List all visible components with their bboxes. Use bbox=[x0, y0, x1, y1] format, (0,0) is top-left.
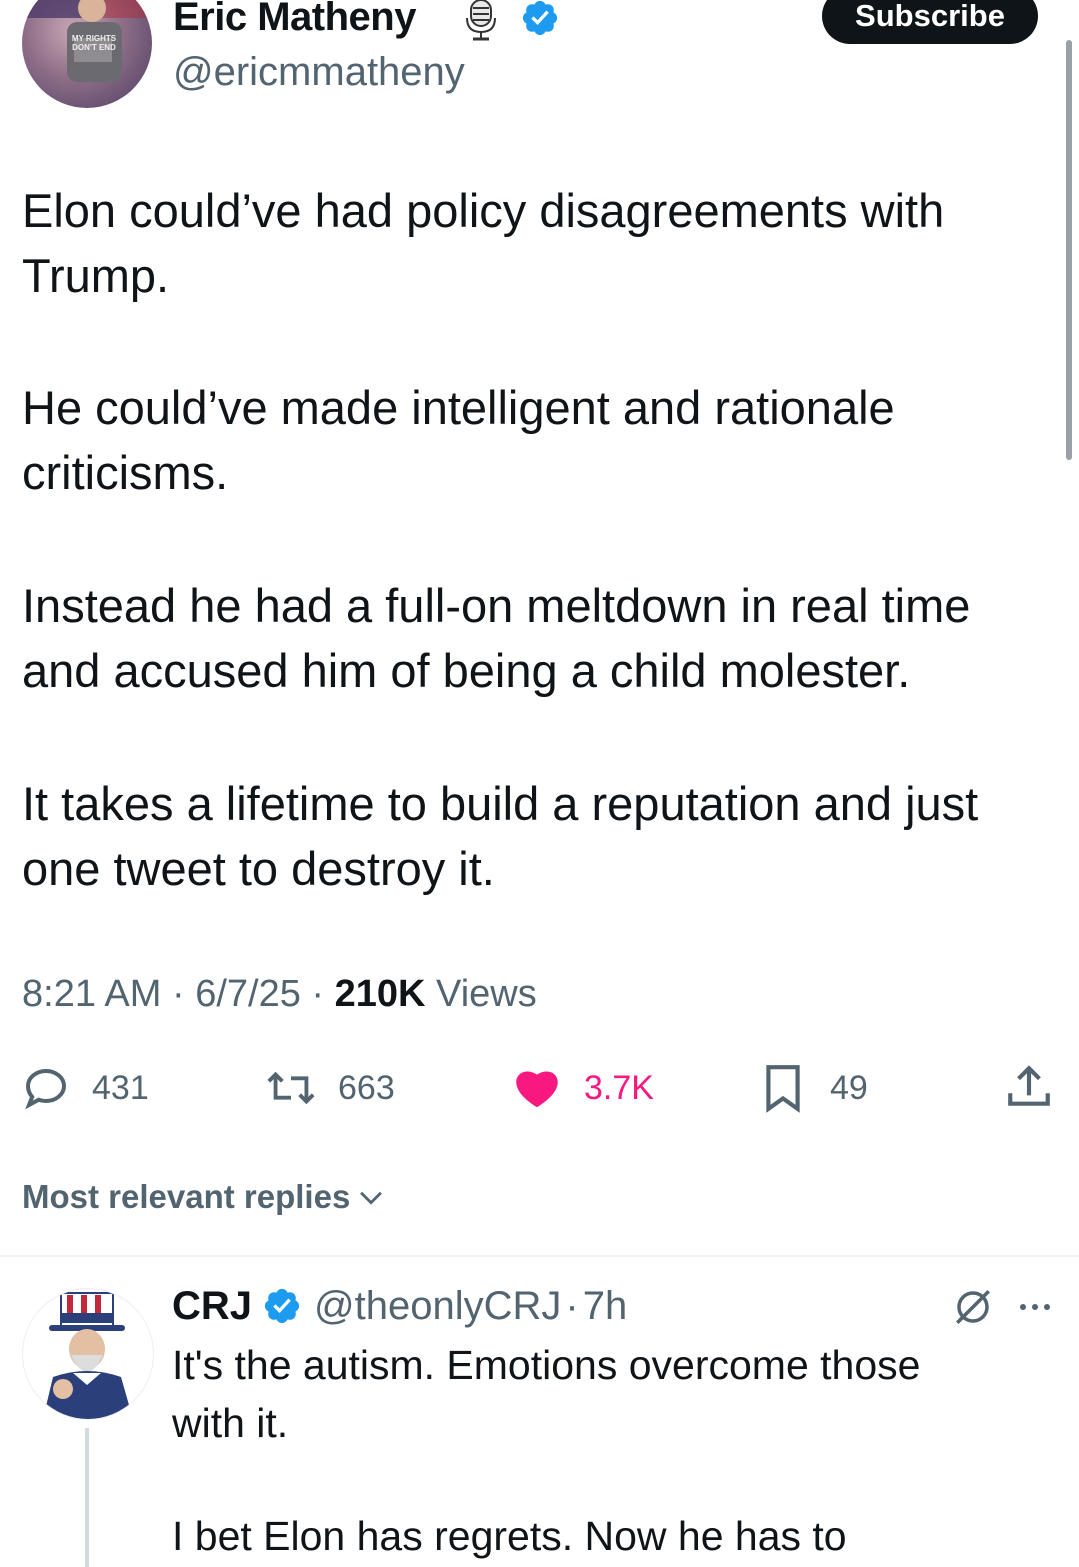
author-name[interactable]: Eric Matheny bbox=[173, 0, 416, 42]
reply-text-line-2: with it. bbox=[172, 1400, 289, 1446]
author-avatar[interactable]: MY RIGHTS DON'T END bbox=[22, 0, 152, 108]
reply-separator: · bbox=[565, 1283, 579, 1328]
bookmark-count: 49 bbox=[830, 1068, 868, 1107]
tweet-paragraph-1: Elon could’ve had policy disagreements w… bbox=[22, 184, 945, 302]
tweet-date[interactable]: 6/7/25 bbox=[195, 973, 301, 1015]
views-label: Views bbox=[436, 973, 537, 1015]
reply-text-line-1: It's the autism. Emotions overcome those bbox=[172, 1342, 921, 1388]
grok-icon[interactable] bbox=[952, 1286, 994, 1328]
action-bar: 431 663 3.7K 49 bbox=[0, 1060, 1079, 1116]
reply-icon bbox=[25, 1068, 67, 1110]
verified-badge-icon[interactable] bbox=[520, 0, 560, 38]
share-button[interactable] bbox=[1004, 1062, 1054, 1112]
reply-avatar[interactable] bbox=[22, 1288, 154, 1420]
reply-count: 431 bbox=[92, 1068, 149, 1107]
reply-button[interactable]: 431 bbox=[22, 1060, 149, 1116]
avatar-shirt-text: MY RIGHTS DON'T END bbox=[71, 34, 117, 52]
tweet-meta: 8:21 AM · 6/7/25 · 210K Views bbox=[22, 968, 537, 1020]
reply-header: CRJ @theonlyCRJ · 7h bbox=[172, 1280, 627, 1332]
repost-button[interactable]: 663 bbox=[264, 1060, 395, 1116]
bookmark-button[interactable]: 49 bbox=[760, 1060, 868, 1116]
uncle-sam-image bbox=[43, 1292, 133, 1419]
avatar-image bbox=[22, 0, 152, 82]
more-icon[interactable] bbox=[1015, 1292, 1055, 1322]
microphone-icon bbox=[462, 0, 500, 42]
like-button[interactable]: 3.7K bbox=[512, 1060, 654, 1116]
reply-author-name[interactable]: CRJ bbox=[172, 1284, 252, 1329]
replies-sort-label: Most relevant replies bbox=[22, 1178, 351, 1215]
tweet-paragraph-3: Instead he had a full-on meltdown in rea… bbox=[22, 579, 971, 697]
like-count: 3.7K bbox=[584, 1068, 654, 1107]
meta-separator: · bbox=[311, 973, 335, 1015]
chevron-down-icon bbox=[360, 1191, 383, 1205]
views-count: 210K bbox=[334, 973, 426, 1015]
tweet-time[interactable]: 8:21 AM bbox=[22, 973, 161, 1015]
reply-thread-line bbox=[85, 1428, 89, 1567]
repost-count: 663 bbox=[338, 1068, 395, 1107]
like-icon bbox=[516, 1071, 558, 1108]
subscribe-button[interactable]: Subscribe bbox=[822, 0, 1038, 44]
author-handle[interactable]: @ericmmatheny bbox=[173, 48, 465, 96]
reply-author-handle[interactable]: @theonlyCRJ bbox=[314, 1284, 561, 1329]
reply-text-line-3: I bet Elon has regrets. Now he has to bbox=[172, 1513, 847, 1559]
reply-time[interactable]: 7h bbox=[583, 1284, 628, 1329]
tweet-paragraph-2: He could’ve made intelligent and rationa… bbox=[22, 381, 895, 499]
scrollbar-thumb[interactable] bbox=[1066, 40, 1072, 460]
meta-separator: · bbox=[171, 973, 196, 1015]
bookmark-icon bbox=[766, 1065, 800, 1113]
verified-badge-icon[interactable] bbox=[262, 1286, 302, 1326]
replies-sort-dropdown[interactable]: Most relevant replies bbox=[22, 1174, 388, 1220]
tweet-paragraph-4: It takes a lifetime to build a reputatio… bbox=[22, 777, 979, 895]
share-icon bbox=[1008, 1065, 1050, 1106]
replies-divider bbox=[0, 1255, 1079, 1257]
repost-icon bbox=[267, 1071, 315, 1105]
